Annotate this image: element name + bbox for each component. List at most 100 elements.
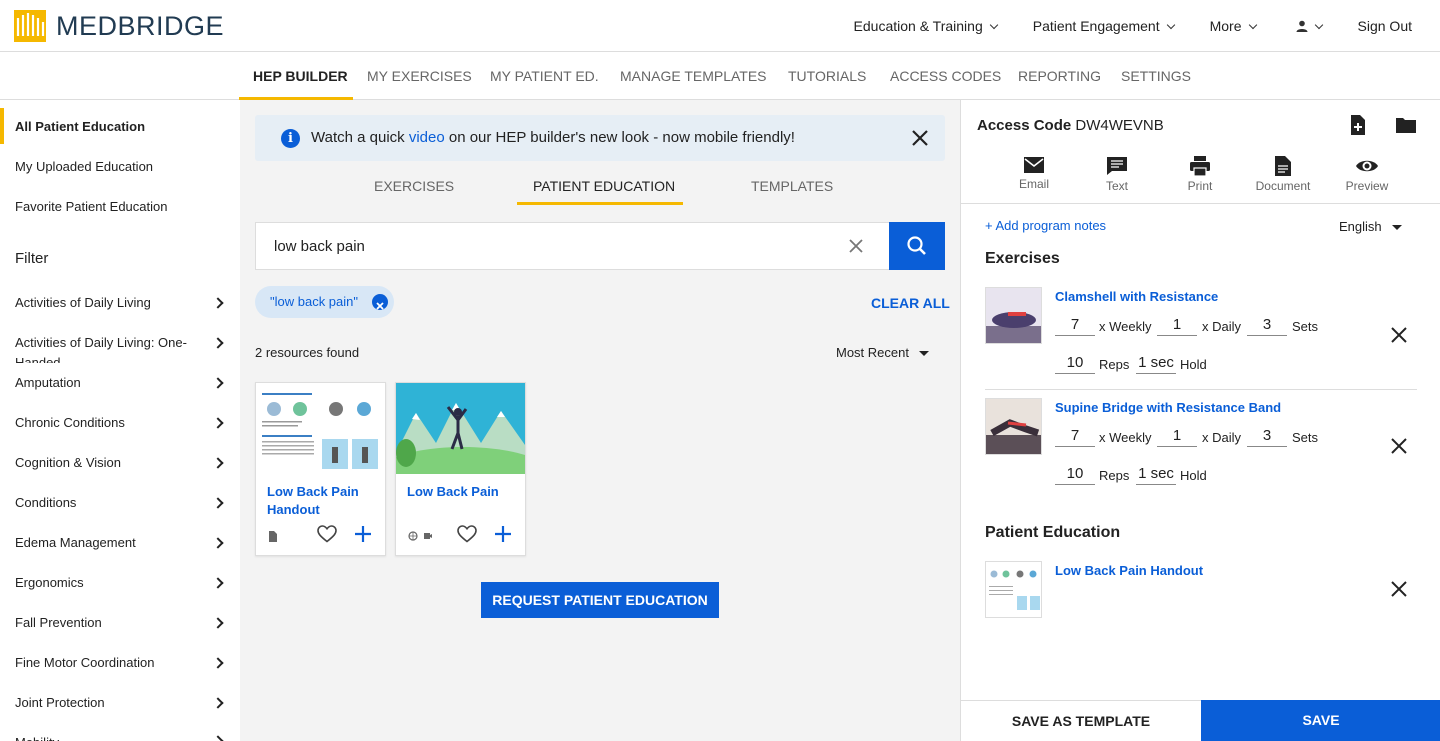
filter-item[interactable]: Fall Prevention (15, 613, 225, 633)
preview-action[interactable]: Preview (1337, 156, 1397, 193)
tab-settings[interactable]: SETTINGS (1121, 52, 1191, 100)
filter-item[interactable]: Cognition & Vision (15, 453, 225, 473)
request-patient-education-button[interactable]: REQUEST PATIENT EDUCATION (481, 582, 719, 618)
video-link[interactable]: video (409, 129, 445, 146)
medbridge-logo[interactable]: MEDBRIDGE (14, 10, 224, 42)
print-action[interactable]: Print (1170, 156, 1230, 193)
remove-education-icon[interactable] (1391, 581, 1407, 597)
nav-education-training[interactable]: Education & Training (854, 18, 998, 34)
filter-item[interactable]: Ergonomics (15, 573, 225, 593)
remove-exercise-icon[interactable] (1391, 327, 1407, 343)
filter-item[interactable]: Mobility (15, 733, 225, 741)
save-button[interactable]: SAVE (1201, 700, 1440, 741)
user-icon (1296, 20, 1308, 32)
sets-input[interactable]: 3 (1247, 425, 1287, 447)
exercise-name[interactable]: Clamshell with Resistance (1055, 289, 1218, 304)
card-title[interactable]: Low Back Pain Handout (267, 483, 377, 519)
filter-item[interactable]: Activities of Daily Living: One-Handed (15, 333, 200, 363)
active-item-indicator (0, 108, 4, 144)
program-panel: Access Code DW4WEVNB Email Text Print Do… (960, 100, 1440, 741)
filter-item[interactable]: Activities of Daily Living (15, 293, 225, 313)
daily-input[interactable]: 1 (1157, 425, 1197, 447)
nav-patient-engagement[interactable]: Patient Engagement (1033, 18, 1175, 34)
hold-input[interactable]: 1 sec (1136, 352, 1176, 374)
favorite-heart-icon[interactable] (457, 525, 477, 543)
close-icon[interactable] (911, 129, 929, 147)
user-menu[interactable] (1296, 20, 1323, 32)
chevron-down-icon (1248, 20, 1257, 29)
sidebar-item-my-uploaded-education[interactable]: My Uploaded Education (15, 159, 153, 174)
handout-thumbnail (256, 383, 385, 474)
resource-card[interactable]: Low Back Pain (395, 382, 526, 556)
hold-input[interactable]: 1 sec (1136, 463, 1176, 485)
chevron-right-icon[interactable] (212, 337, 224, 349)
search-input[interactable] (274, 223, 834, 269)
sidebar-item-all-patient-education[interactable]: All Patient Education (15, 119, 145, 134)
new-document-icon[interactable] (1347, 114, 1369, 136)
add-plus-icon[interactable] (495, 526, 511, 542)
tab-my-patient-ed[interactable]: MY PATIENT ED. (490, 52, 599, 100)
favorite-heart-icon[interactable] (317, 525, 337, 543)
add-program-notes-link[interactable]: + Add program notes (985, 218, 1106, 233)
exercise-name[interactable]: Supine Bridge with Resistance Band (1055, 400, 1281, 415)
tab-patient-education[interactable]: PATIENT EDUCATION (533, 178, 675, 194)
add-plus-icon[interactable] (355, 526, 371, 542)
sort-dropdown[interactable]: Most Recent (836, 345, 929, 360)
email-action[interactable]: Email (1004, 156, 1064, 191)
sign-out-link[interactable]: Sign Out (1358, 18, 1412, 34)
filter-item[interactable]: Conditions (15, 493, 225, 513)
search-button[interactable] (889, 222, 945, 270)
globe-video-icons (408, 531, 432, 541)
exercise-thumbnail[interactable] (985, 287, 1042, 344)
chevron-down-icon (1314, 20, 1323, 29)
program-header: Access Code DW4WEVNB Email Text Print Do… (961, 100, 1440, 204)
filter-item[interactable]: Fine Motor Coordination (15, 653, 225, 673)
tab-access-codes[interactable]: ACCESS CODES (890, 52, 1001, 100)
filter-item[interactable]: Amputation (15, 373, 225, 393)
weekly-input[interactable]: 7 (1055, 314, 1095, 336)
clear-search-icon[interactable] (848, 238, 864, 254)
nav-more[interactable]: More (1210, 18, 1257, 34)
video-thumbnail (396, 383, 525, 474)
handout-thumbnail[interactable] (985, 561, 1042, 618)
chevron-down-icon (1166, 20, 1175, 29)
remove-exercise-icon[interactable] (1391, 438, 1407, 454)
clear-all-button[interactable]: CLEAR ALL (871, 295, 950, 311)
brand-name: MEDBRIDGE (56, 10, 225, 41)
banner-text: Watch a quick video on our HEP builder's… (311, 129, 795, 146)
tab-tutorials[interactable]: TUTORIALS (788, 52, 866, 100)
filter-item[interactable]: Joint Protection (15, 693, 225, 713)
filter-item[interactable]: Edema Management (15, 533, 225, 553)
search-icon (907, 236, 926, 255)
reps-input[interactable]: 10 (1055, 352, 1095, 374)
tab-hep-builder[interactable]: HEP BUILDER (253, 52, 348, 100)
resource-card[interactable]: Low Back Pain Handout (255, 382, 386, 556)
exercise-thumbnail[interactable] (985, 398, 1042, 455)
document-icon (1275, 156, 1291, 176)
left-sidebar: All Patient Education My Uploaded Educat… (0, 100, 240, 741)
tab-manage-templates[interactable]: MANAGE TEMPLATES (620, 52, 767, 100)
card-title[interactable]: Low Back Pain (407, 483, 517, 501)
patient-education-name[interactable]: Low Back Pain Handout (1055, 563, 1203, 578)
filter-item[interactable]: Chronic Conditions (15, 413, 225, 433)
tab-templates[interactable]: TEMPLATES (751, 178, 833, 194)
tab-exercises[interactable]: EXERCISES (374, 178, 454, 194)
sidebar-item-favorite-patient-education[interactable]: Favorite Patient Education (15, 199, 167, 214)
daily-input[interactable]: 1 (1157, 314, 1197, 336)
info-icon: i (281, 129, 300, 148)
tab-reporting[interactable]: REPORTING (1018, 52, 1101, 100)
print-icon (1190, 156, 1210, 176)
tab-my-exercises[interactable]: MY EXERCISES (367, 52, 472, 100)
patient-education-heading: Patient Education (985, 524, 1121, 541)
weekly-input[interactable]: 7 (1055, 425, 1095, 447)
document-action[interactable]: Document (1253, 156, 1313, 193)
sets-input[interactable]: 3 (1247, 314, 1287, 336)
save-as-template-button[interactable]: SAVE AS TEMPLATE (961, 700, 1201, 741)
reps-input[interactable]: 10 (1055, 463, 1095, 485)
text-message-icon (1107, 157, 1127, 175)
text-action[interactable]: Text (1087, 156, 1147, 193)
folder-icon[interactable] (1395, 114, 1417, 136)
language-dropdown[interactable]: English (1339, 219, 1402, 234)
remove-chip-icon[interactable] (372, 294, 388, 310)
chip-label: "low back pain" (270, 294, 358, 309)
